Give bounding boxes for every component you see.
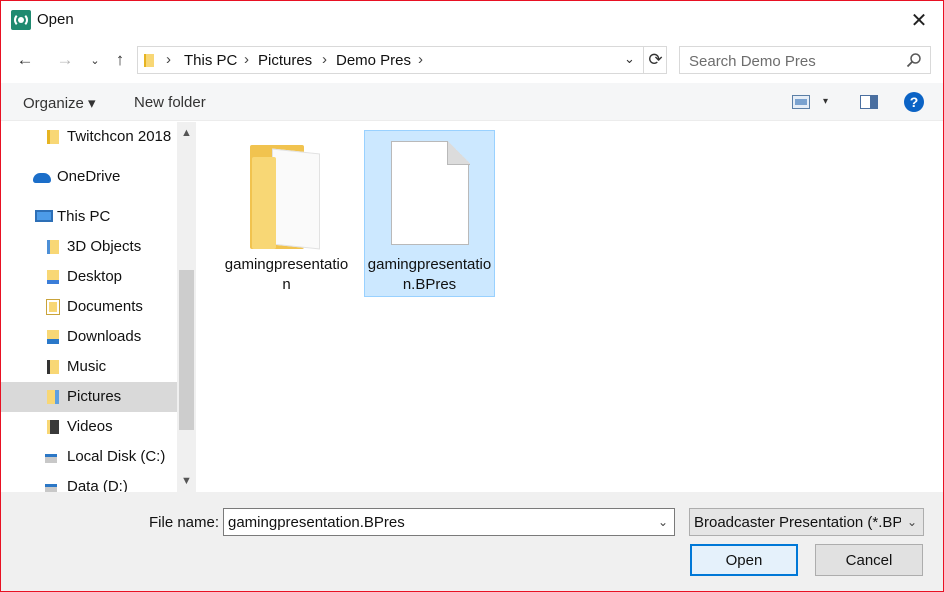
disk-icon [45, 454, 57, 463]
folder-page [272, 148, 320, 250]
forward-button[interactable]: → [53, 47, 77, 73]
search-icon[interactable] [906, 52, 922, 68]
navigation-pane: Twitchcon 2018 OneDrive This PC 3D Objec… [1, 122, 197, 492]
videos-icon [47, 420, 59, 434]
folder-icon [47, 130, 59, 144]
file-name-dropdown-button[interactable]: ⌄ [658, 515, 668, 529]
address-row: ← → ⌄ ↑ › This PC › Pictures › Demo Pres… [1, 43, 943, 77]
organize-button[interactable]: Organize ▾ [23, 94, 96, 112]
view-options-dropdown[interactable]: ▾ [823, 96, 828, 107]
recent-locations-button[interactable]: ⌄ [83, 47, 107, 73]
sidebar-item-onedrive[interactable]: OneDrive [1, 162, 177, 192]
sidebar-item-videos[interactable]: Videos [1, 412, 177, 442]
command-toolbar: Organize ▾ New folder ▾ ? [1, 83, 943, 121]
scroll-down-button[interactable]: ▼ [177, 470, 196, 492]
pictures-icon [47, 390, 59, 404]
change-view-icon[interactable] [792, 95, 810, 109]
broadcaster-app-icon [11, 10, 31, 30]
sidebar-item-label: OneDrive [57, 168, 121, 185]
open-button[interactable]: Open [690, 544, 798, 576]
title-bar: Open ✕ [1, 1, 943, 39]
3d-objects-icon [47, 240, 59, 254]
breadcrumb-pictures[interactable]: Pictures [258, 52, 312, 69]
music-icon [47, 360, 59, 374]
documents-icon [46, 299, 60, 315]
sidebar-item-3d-objects[interactable]: 3D Objects [1, 232, 177, 262]
sidebar-item-desktop[interactable]: Desktop [1, 262, 177, 292]
sidebar-item-local-disk-c[interactable]: Local Disk (C:) [1, 442, 177, 472]
breadcrumb-separator: › [166, 51, 171, 68]
breadcrumb-separator: › [418, 51, 423, 68]
sidebar-item-data-d[interactable]: Data (D:) [1, 472, 177, 492]
sidebar-item-label: Local Disk (C:) [67, 448, 166, 465]
help-icon[interactable]: ? [904, 92, 924, 112]
navigation-scrollbar[interactable]: ▲ ▼ [177, 122, 196, 492]
file-list-pane: gamingpresentation gamingpresentation.BP… [197, 122, 943, 492]
breadcrumb-separator: › [322, 51, 327, 68]
back-button[interactable]: ← [13, 47, 37, 73]
breadcrumb-separator: › [244, 51, 249, 68]
sidebar-item-label: Videos [67, 418, 113, 435]
sidebar-item-label: Data (D:) [67, 478, 128, 492]
document-fold [447, 141, 470, 165]
address-bar[interactable]: › This PC › Pictures › Demo Pres › ⌄ [137, 46, 667, 74]
desktop-icon [47, 270, 59, 284]
sidebar-item-label: Documents [67, 298, 143, 315]
file-item-bpres[interactable]: gamingpresentation.BPres [364, 130, 495, 297]
sidebar-item-music[interactable]: Music [1, 352, 177, 382]
search-placeholder: Search Demo Pres [689, 53, 816, 70]
scroll-up-button[interactable]: ▲ [177, 122, 196, 144]
sidebar-item-documents[interactable]: Documents [1, 292, 177, 322]
file-name-label: File name: [149, 514, 220, 531]
sidebar-item-this-pc[interactable]: This PC [1, 202, 177, 232]
address-dropdown-button[interactable]: ⌄ [624, 51, 635, 67]
signal-wave [14, 13, 28, 27]
file-name-label: gamingpresentation [224, 256, 349, 293]
folder-front [252, 157, 276, 249]
sidebar-item-label: This PC [57, 208, 111, 225]
sidebar-item-downloads[interactable]: Downloads [1, 322, 177, 352]
search-input[interactable]: Search Demo Pres [679, 46, 931, 74]
disk-icon [45, 484, 57, 492]
file-item-folder[interactable]: gamingpresentation [221, 130, 352, 297]
open-file-dialog: Open ✕ ← → ⌄ ↑ › This PC › Pictures › De… [0, 0, 944, 592]
file-name-field[interactable]: gamingpresentation.BPres ⌄ [223, 508, 675, 536]
file-type-value: Broadcaster Presentation (*.BPres) [694, 514, 924, 531]
folder-icon [144, 54, 154, 67]
cancel-button[interactable]: Cancel [815, 544, 923, 576]
window-title: Open [37, 11, 74, 28]
sidebar-item-label: Downloads [67, 328, 142, 345]
sidebar-item-label: 3D Objects [67, 238, 142, 255]
sidebar-item-label: Twitchcon 2018 [67, 128, 172, 145]
sidebar-item-label: Music [67, 358, 107, 375]
scroll-thumb[interactable] [179, 270, 194, 430]
sidebar-item-label: Pictures [67, 388, 122, 405]
onedrive-icon [33, 173, 51, 183]
file-type-select[interactable]: Broadcaster Presentation (*.BPres) ⌄ [689, 508, 924, 536]
large-folder-icon [250, 145, 328, 250]
file-name-label: gamingpresentation.BPres [367, 256, 492, 293]
new-folder-button[interactable]: New folder [134, 94, 206, 111]
up-button[interactable]: ↑ [108, 47, 132, 73]
breadcrumb-this-pc[interactable]: This PC [184, 52, 237, 69]
sidebar-item-twitchcon-2018[interactable]: Twitchcon 2018 [1, 122, 177, 152]
close-button[interactable]: ✕ [899, 3, 939, 37]
sidebar-item-pictures[interactable]: Pictures [1, 382, 177, 412]
chevron-down-icon[interactable]: ⌄ [901, 509, 923, 535]
sidebar-item-label: Desktop [67, 268, 123, 285]
computer-icon [35, 210, 53, 222]
downloads-icon [47, 330, 59, 344]
refresh-button[interactable]: ⟳ [643, 46, 667, 74]
preview-pane-icon[interactable] [860, 95, 878, 109]
file-name-value: gamingpresentation.BPres [228, 514, 405, 531]
breadcrumb-demo-pres[interactable]: Demo Pres [336, 52, 411, 69]
dialog-footer: File name: gamingpresentation.BPres ⌄ Br… [1, 492, 943, 591]
